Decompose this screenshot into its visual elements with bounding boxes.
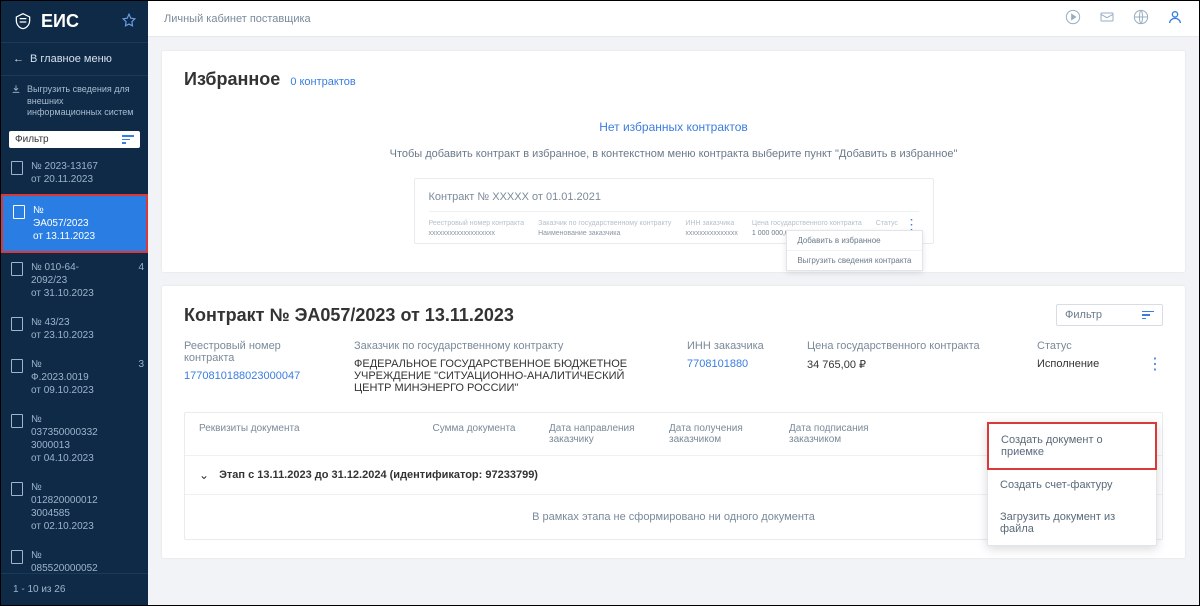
menu-item[interactable]: Выгрузить сведения контракта (787, 251, 921, 270)
registry-number-value[interactable]: 1770810188023000047 (184, 370, 324, 382)
globe-icon[interactable] (1133, 9, 1149, 28)
document-icon (11, 550, 23, 564)
filter-label: Фильтр (15, 134, 49, 145)
price-label: Цена государственного контракта (807, 340, 1007, 352)
menu-upload-from-file[interactable]: Загрузить документ из файла (988, 501, 1156, 545)
customer-value: ФЕДЕРАЛЬНОЕ ГОСУДАРСТВЕННОЕ БЮДЖЕТНОЕ УЧ… (354, 358, 657, 394)
example-col: Заказчик по государственному контрактуНа… (538, 220, 671, 237)
breadcrumb: Личный кабинет поставщика (164, 13, 1065, 25)
contract-title: Контракт № ЭА057/2023 от 13.11.2023 (184, 305, 1056, 326)
sidebar-item[interactable]: №Ф.2023.0019от 09.10.20233 (1, 350, 148, 405)
inn-label: ИНН заказчика (687, 340, 777, 352)
filter-lines-icon (122, 135, 134, 144)
inn-value[interactable]: 7708101880 (687, 358, 777, 370)
status-label: Статус (1037, 340, 1117, 352)
col-date-received: Дата получения заказчиком (669, 423, 789, 445)
sidebar-item[interactable]: №0128200000123004585от 02.10.2023 (1, 473, 148, 541)
back-to-main-menu[interactable]: ← В главное меню (1, 42, 148, 76)
envelope-icon[interactable] (1099, 9, 1115, 28)
sidebar-item[interactable]: № 43/23от 23.10.2023 (1, 308, 148, 350)
favorites-example-card: Контракт № XXXXX от 01.01.2021 Реестровы… (414, 178, 934, 244)
filter-label: Фильтр (1065, 309, 1102, 321)
sidebar-contract-list: № 2023-13167от 20.11.2023№ЭА057/2023от 1… (1, 152, 148, 573)
app-title: ЕИС (41, 11, 114, 32)
col-date-signed: Дата подписания заказчиком (789, 423, 909, 445)
chevron-down-icon[interactable]: ⌄ (199, 468, 209, 482)
pin-icon[interactable] (122, 13, 136, 30)
sidebar-pagination: 1 - 10 из 26 (1, 573, 148, 605)
example-card-title: Контракт № XXXXX от 01.01.2021 (429, 191, 919, 212)
col-sum: Сумма документа (399, 423, 549, 445)
sidebar-item[interactable]: №0855200000523002799от 02.10.2023 (1, 541, 148, 573)
document-icon (11, 161, 23, 175)
example-col: ИНН заказчикаxxxxxxxxxxxxxxx (685, 220, 738, 237)
contract-more-icon[interactable]: ⋮ (1147, 340, 1163, 374)
document-icon (11, 482, 23, 496)
registry-number-label: Реестровый номер контракта (184, 340, 324, 364)
favorites-count: 0 контрактов (290, 76, 355, 88)
arrow-left-icon: ← (13, 53, 24, 65)
col-date-sent: Дата направления заказчику (549, 423, 669, 445)
export-for-external-systems[interactable]: Выгрузить сведения для внешних информаци… (1, 76, 148, 127)
document-icon (13, 205, 25, 219)
menu-item[interactable]: Добавить в избранное (787, 231, 921, 251)
contract-panel: Контракт № ЭА057/2023 от 13.11.2023 Филь… (162, 286, 1185, 558)
menu-create-acceptance-doc[interactable]: Создать документ о приемке (987, 422, 1157, 470)
favorites-title: Избранное (184, 69, 280, 90)
sidebar-filter[interactable]: Фильтр (9, 131, 140, 148)
example-col: Реестровый номер контрактаxxxxxxxxxxxxxx… (429, 220, 525, 237)
topbar: Личный кабинет поставщика (148, 1, 1199, 37)
document-icon (11, 359, 23, 373)
download-icon (11, 84, 21, 98)
back-label: В главное меню (30, 53, 112, 65)
example-context-menu: Добавить в избранное Выгрузить сведения … (786, 230, 922, 271)
contract-filter[interactable]: Фильтр (1056, 304, 1163, 326)
stage-row-text: Этап с 13.11.2023 до 31.12.2024 (идентиф… (219, 469, 538, 481)
sidebar-header: ЕИС (1, 1, 148, 42)
sidebar-item[interactable]: № 010-64-2092/23от 31.10.20234 (1, 253, 148, 308)
col-requisites: Реквизиты документа (199, 423, 399, 445)
filter-lines-icon (1142, 311, 1154, 320)
sidebar: ЕИС ← В главное меню Выгрузить сведения … (1, 1, 148, 605)
user-icon[interactable] (1167, 9, 1183, 28)
price-value: 34 765,00 ₽ (807, 358, 1007, 371)
menu-create-invoice[interactable]: Создать счет-фактуру (988, 469, 1156, 501)
main-area: Личный кабинет поставщика Избранное 0 ко… (148, 1, 1199, 605)
document-icon (11, 262, 23, 276)
sidebar-item[interactable]: № 2023-13167от 20.11.2023 (1, 152, 148, 194)
document-icon (11, 317, 23, 331)
export-label: Выгрузить сведения для внешних информаци… (27, 84, 138, 119)
sidebar-item[interactable]: №0373500003323000013от 04.10.2023 (1, 405, 148, 473)
favorites-empty-title: Нет избранных контрактов (184, 120, 1163, 134)
stage-context-menu: Создать документ о приемке Создать счет-… (987, 422, 1157, 546)
status-value: Исполнение (1037, 358, 1117, 370)
sidebar-item[interactable]: №ЭА057/2023от 13.11.2023 (1, 194, 148, 253)
play-icon[interactable] (1065, 9, 1081, 28)
favorites-panel: Избранное 0 контрактов Нет избранных кон… (162, 51, 1185, 272)
app-logo-icon (13, 12, 33, 32)
favorites-empty-hint: Чтобы добавить контракт в избранное, в к… (184, 148, 1163, 160)
customer-label: Заказчик по государственному контракту (354, 340, 657, 352)
document-icon (11, 414, 23, 428)
